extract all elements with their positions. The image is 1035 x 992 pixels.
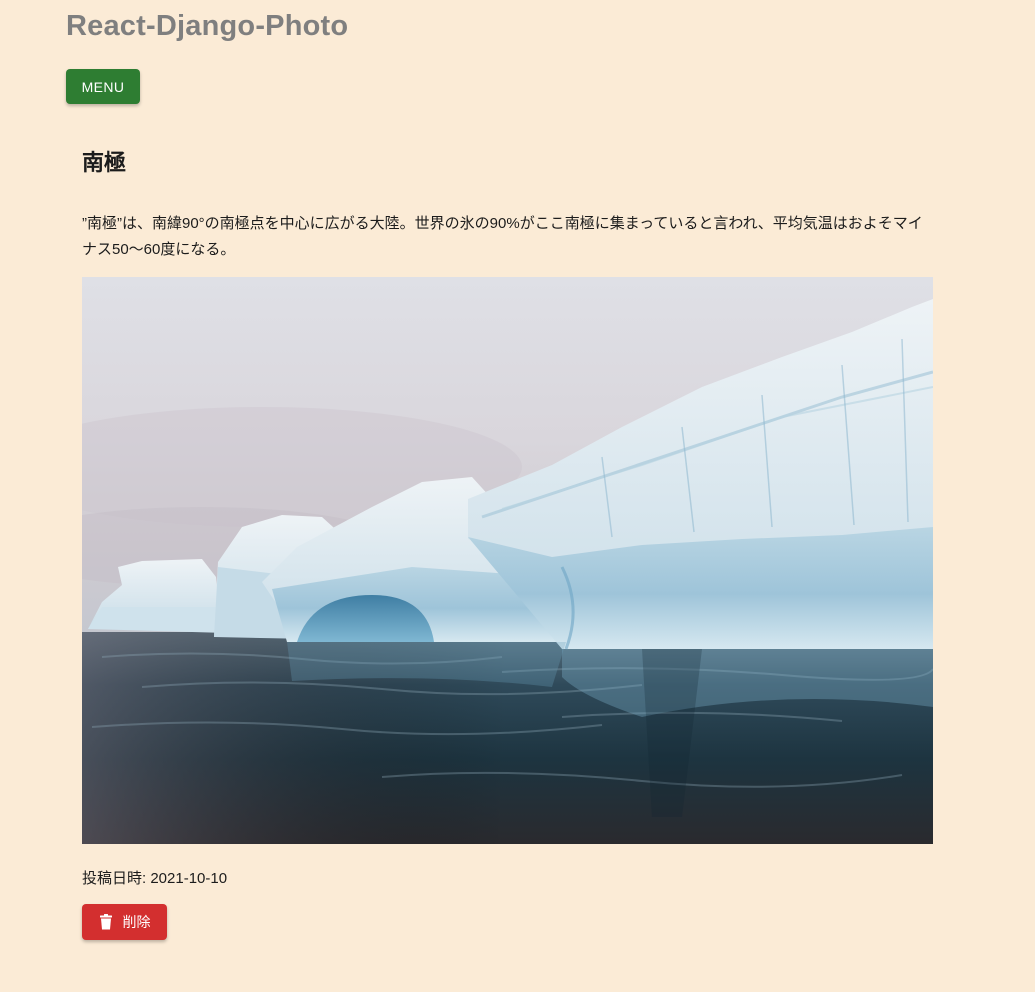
menu-button[interactable]: MENU — [66, 69, 140, 104]
post-title: 南極 — [82, 150, 127, 175]
post-photo — [82, 277, 933, 844]
site-title[interactable]: React-Django-Photo — [66, 10, 348, 43]
delete-button-label: 削除 — [122, 914, 151, 930]
post-description: ”南極”は、南緯90°の南極点を中心に広がる大陸。世界の氷の90%がここ南極に集… — [82, 215, 923, 258]
posted-date: 投稿日時: 2021-10-10 — [82, 870, 228, 887]
trash-icon — [99, 914, 113, 930]
delete-button[interactable]: 削除 — [82, 904, 167, 940]
